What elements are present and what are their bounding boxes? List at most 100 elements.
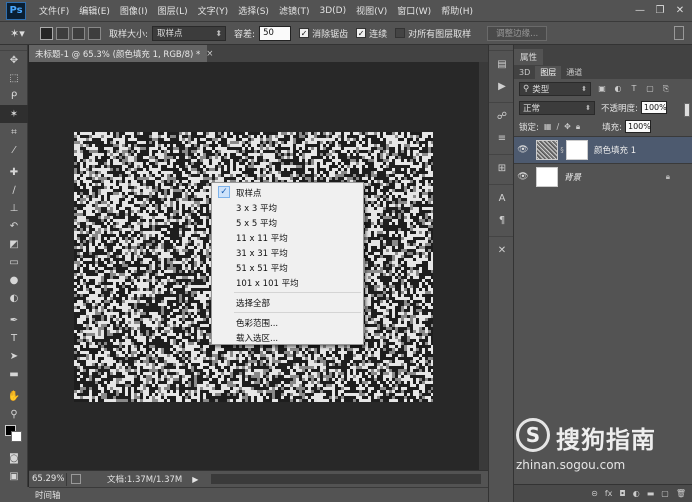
- subtract-selection-icon[interactable]: [72, 26, 85, 40]
- layer-color-fill[interactable]: 👁︎ § 颜色填充 1: [514, 136, 692, 163]
- hand-icon[interactable]: ✋: [0, 387, 28, 405]
- menu-image[interactable]: 图像(I): [115, 4, 153, 17]
- menu-item-point-sample[interactable]: ✓ 取样点: [212, 185, 363, 200]
- menu-3d[interactable]: 3D(D): [314, 6, 351, 16]
- pen-icon[interactable]: ✒: [0, 311, 28, 329]
- link-icon[interactable]: ⊝: [591, 489, 598, 498]
- zoom-level[interactable]: 65.29%: [29, 472, 67, 486]
- history-panel-icon[interactable]: ▤: [489, 53, 515, 75]
- brush-panel-icon[interactable]: ⊞: [489, 157, 515, 179]
- fill-input[interactable]: 100%: [624, 120, 651, 133]
- fx-icon[interactable]: fx: [605, 489, 613, 498]
- blend-mode-select[interactable]: 正常 ⬍: [519, 100, 595, 115]
- character-panel-icon[interactable]: A: [489, 187, 515, 209]
- adjustment-icon[interactable]: ◐: [633, 489, 640, 498]
- contiguous-checkbox[interactable]: ✓: [356, 28, 367, 38]
- menu-select[interactable]: 选择(S): [233, 4, 274, 17]
- sample-size-select[interactable]: 取样点 ⬍: [152, 25, 227, 41]
- status-menu-arrow-icon[interactable]: ▶: [192, 475, 198, 484]
- menu-item-select-all[interactable]: 选择全部: [212, 295, 363, 310]
- menu-type[interactable]: 文字(Y): [193, 4, 234, 17]
- quick-mask-icon[interactable]: ◙: [0, 449, 28, 467]
- menu-item-101x101[interactable]: 101 x 101 平均: [212, 275, 363, 290]
- marquee-icon[interactable]: ⬚: [0, 69, 28, 87]
- add-selection-icon[interactable]: [56, 26, 69, 40]
- blur-icon[interactable]: ●: [0, 271, 28, 289]
- lock-all-icon[interactable]: 🔒︎: [576, 122, 580, 132]
- screen-mode-icon[interactable]: ▣: [0, 467, 28, 485]
- menu-edit[interactable]: 编辑(E): [74, 4, 115, 17]
- tab-channels[interactable]: 通道: [561, 66, 587, 79]
- menu-file[interactable]: 文件(F): [34, 4, 74, 17]
- adjustments-panel-icon[interactable]: ☍: [489, 105, 515, 127]
- smart-filter-icon[interactable]: ⎘: [661, 84, 671, 94]
- shape-icon[interactable]: ▬: [0, 365, 28, 383]
- close-button[interactable]: ✕: [672, 3, 688, 17]
- timeline-tab[interactable]: 时间轴: [29, 487, 488, 502]
- opacity-input[interactable]: 100%: [640, 101, 667, 114]
- type-icon[interactable]: T: [0, 329, 28, 347]
- mask-icon[interactable]: ◘: [619, 489, 625, 498]
- background-color[interactable]: [11, 431, 22, 442]
- menu-item-color-range[interactable]: 色彩范围...: [212, 315, 363, 330]
- lock-transparent-icon[interactable]: ▦: [544, 122, 552, 131]
- layer-filter-select[interactable]: ⚲ 类型 ⬍: [519, 81, 591, 96]
- eyedropper-icon[interactable]: ⁄: [0, 141, 28, 159]
- eye-icon[interactable]: 👁︎: [514, 172, 532, 182]
- paragraph-panel-icon[interactable]: ¶: [489, 209, 515, 231]
- history-brush-icon[interactable]: ↶: [0, 217, 28, 235]
- eye-icon[interactable]: 👁︎: [514, 145, 532, 155]
- restore-button[interactable]: ❐: [652, 3, 668, 17]
- new-layer-icon[interactable]: ▢: [661, 489, 669, 498]
- workspace-icon[interactable]: [674, 26, 684, 40]
- vertical-scrollbar[interactable]: [479, 62, 488, 470]
- menu-item-load-selection[interactable]: 载入选区...: [212, 330, 363, 345]
- trash-icon[interactable]: 🗑︎: [676, 489, 686, 498]
- tab-layers[interactable]: 图层: [535, 66, 562, 79]
- new-selection-icon[interactable]: [40, 26, 53, 40]
- menu-view[interactable]: 视图(V): [351, 4, 392, 17]
- document-tab[interactable]: 未标题-1 @ 65.3% (颜色填充 1, RGB/8) * ×: [29, 45, 213, 62]
- minimize-button[interactable]: —: [632, 3, 648, 17]
- tab-3d[interactable]: 3D: [514, 66, 535, 79]
- actions-panel-icon[interactable]: ▶: [489, 75, 515, 97]
- adjustment-filter-icon[interactable]: ◐: [613, 84, 623, 94]
- layer-background[interactable]: 👁︎ 背景 🔒︎: [514, 163, 692, 190]
- menu-item-3x3[interactable]: 3 x 3 平均: [212, 200, 363, 215]
- menu-item-51x51[interactable]: 51 x 51 平均: [212, 260, 363, 275]
- type-filter-icon[interactable]: T: [629, 84, 639, 94]
- shape-filter-icon[interactable]: ▢: [645, 84, 655, 94]
- group-icon[interactable]: ▬: [647, 489, 655, 498]
- status-info-icon[interactable]: [71, 474, 81, 484]
- menu-layer[interactable]: 图层(L): [153, 4, 193, 17]
- panel-menu-icon[interactable]: [684, 103, 690, 117]
- menu-item-11x11[interactable]: 11 x 11 平均: [212, 230, 363, 245]
- magic-wand-preset-icon[interactable]: ✶▾: [10, 24, 32, 42]
- stamp-icon[interactable]: ⊥: [0, 199, 28, 217]
- intersect-selection-icon[interactable]: [88, 26, 101, 40]
- color-swatches[interactable]: [0, 423, 28, 449]
- gradient-icon[interactable]: ▭: [0, 253, 28, 271]
- menu-item-5x5[interactable]: 5 x 5 平均: [212, 215, 363, 230]
- all-layers-checkbox[interactable]: [395, 28, 406, 38]
- pixel-filter-icon[interactable]: ▣: [597, 84, 607, 94]
- tab-properties[interactable]: 属性: [514, 49, 544, 65]
- layer-mask-thumbnail[interactable]: [566, 140, 588, 160]
- close-tab-icon[interactable]: ×: [206, 49, 213, 59]
- crop-icon[interactable]: ⌗: [0, 123, 28, 141]
- antialias-checkbox[interactable]: ✓: [299, 28, 310, 38]
- menu-window[interactable]: 窗口(W): [392, 4, 436, 17]
- magic-wand-icon[interactable]: ✶: [0, 105, 28, 123]
- properties-panel-icon[interactable]: ≡: [489, 127, 515, 149]
- tool-presets-icon[interactable]: ✕: [489, 239, 515, 261]
- dodge-icon[interactable]: ◐: [0, 289, 28, 307]
- move-icon[interactable]: ✥: [0, 51, 28, 69]
- path-select-icon[interactable]: ➤: [0, 347, 28, 365]
- horizontal-scrollbar[interactable]: [211, 474, 481, 484]
- refine-edge-button[interactable]: 调整边缘...: [487, 25, 548, 41]
- zoom-icon[interactable]: ⚲: [0, 405, 28, 423]
- menu-filter[interactable]: 滤镜(T): [274, 4, 315, 17]
- tolerance-input[interactable]: 50: [259, 25, 292, 41]
- menu-item-31x31[interactable]: 31 x 31 平均: [212, 245, 363, 260]
- lock-position-icon[interactable]: ✥: [564, 122, 571, 131]
